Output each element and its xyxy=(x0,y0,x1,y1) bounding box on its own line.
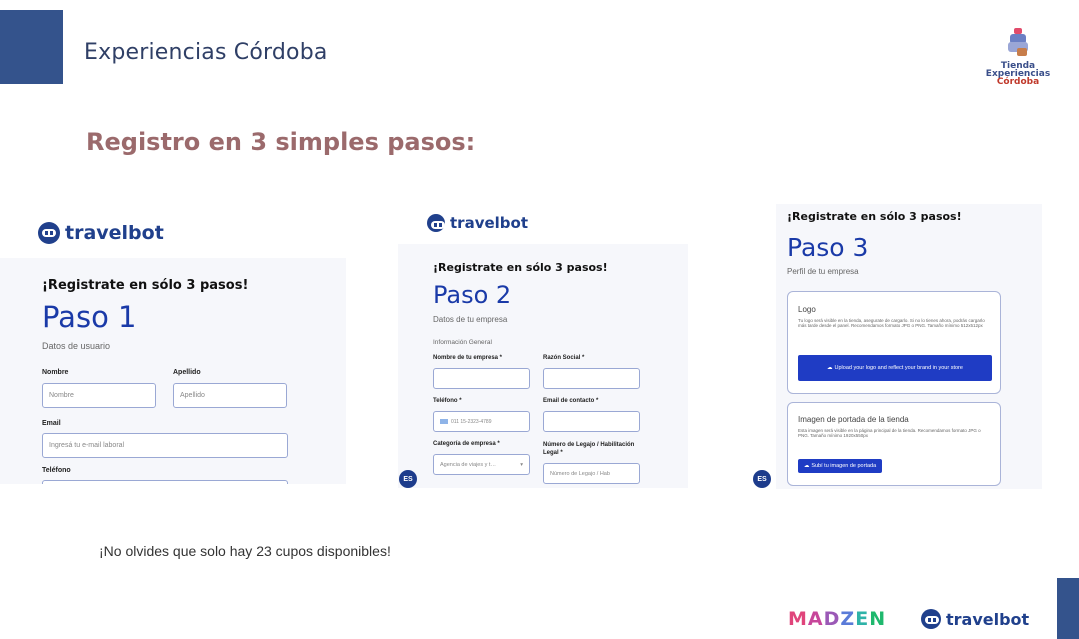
logo-card-title: Logo xyxy=(798,305,816,314)
email-label: Email xyxy=(42,420,61,427)
upload-cover-button[interactable]: ☁ Subí tu imagen de portada xyxy=(798,459,882,473)
brand-name: travelbot xyxy=(946,609,1030,629)
step2-subtitle: Datos de tu empresa xyxy=(433,315,508,324)
madzen-logo: MADZEN xyxy=(788,608,886,630)
tienda-logo: Tienda Experiencias Córdoba xyxy=(982,28,1054,94)
step2-section: Información General xyxy=(433,339,492,346)
madzen-letter: Z xyxy=(840,608,856,630)
brand-name: travelbot xyxy=(450,214,528,232)
email-input[interactable]: Ingresá tu e-mail laboral xyxy=(42,433,288,458)
step1-subtitle: Datos de usuario xyxy=(42,341,111,351)
upload-logo-button[interactable]: ☁ Upload your logo and reflect your bran… xyxy=(798,355,992,381)
apellido-label: Apellido xyxy=(173,369,201,376)
travelbot-logo-footer: travelbot xyxy=(921,609,1029,629)
madzen-letter: N xyxy=(869,608,887,630)
travelbot-icon xyxy=(38,222,60,244)
corner-decoration xyxy=(1057,578,1079,639)
travelbot-icon xyxy=(921,609,941,629)
travelbot-icon xyxy=(427,214,445,232)
chevron-down-icon: ▾ xyxy=(520,461,523,468)
categoria-value: Agencia de viajes y t… xyxy=(440,461,496,468)
cover-upload-card: Imagen de portada de la tienda Esta imag… xyxy=(787,402,1001,486)
header-title: Experiencias Córdoba xyxy=(84,40,328,65)
email-contacto-label: Email de contacto * xyxy=(543,398,599,404)
categoria-select[interactable]: Agencia de viajes y t… ▾ xyxy=(433,454,530,475)
upload-cover-label: Subí tu imagen de portada xyxy=(811,463,877,469)
step2-panel: ¡Registrate en sólo 3 pasos! Paso 2 Dato… xyxy=(398,244,688,488)
flag-icon xyxy=(440,419,448,424)
step3-title: Paso 3 xyxy=(787,233,869,262)
language-badge[interactable]: ES xyxy=(753,470,771,488)
telefono-input[interactable] xyxy=(42,480,288,484)
legajo-label: Número de Legajo / Habilitación Legal * xyxy=(543,442,635,456)
tienda-logo-icon xyxy=(1005,28,1031,58)
legajo-input[interactable]: Número de Legajo / Hab xyxy=(543,463,640,484)
madzen-letter: A xyxy=(807,608,824,630)
nombre-label: Nombre xyxy=(42,369,69,376)
cover-card-desc: Esta imagen será visible en la página pr… xyxy=(798,428,981,438)
empresa-label: Nombre de tu empresa * xyxy=(433,355,503,361)
telefono-input[interactable]: 011 15-2323-4789 xyxy=(433,411,530,432)
telefono-value: 011 15-2323-4789 xyxy=(451,418,492,425)
step3-subtitle: Perfil de tu empresa xyxy=(787,267,859,276)
apellido-input[interactable]: Apellido xyxy=(173,383,287,408)
cloud-upload-icon: ☁ xyxy=(803,463,810,469)
nombre-input[interactable]: Nombre xyxy=(42,383,156,408)
step2-intro: ¡Registrate en sólo 3 pasos! xyxy=(433,261,608,274)
travelbot-logo-step1: travelbot xyxy=(38,222,164,244)
logo-upload-card: Logo Tu logo será visible en la tienda, … xyxy=(787,291,1001,394)
cover-card-title: Imagen de portada de la tienda xyxy=(798,415,909,424)
travelbot-logo-step2: travelbot xyxy=(427,214,528,232)
email-contacto-input[interactable] xyxy=(543,411,640,432)
brand-name: travelbot xyxy=(65,222,164,244)
step3-intro: ¡Registrate en sólo 3 pasos! xyxy=(787,210,962,223)
empresa-input[interactable] xyxy=(433,368,530,389)
telefono-label: Teléfono * xyxy=(433,398,462,404)
categoria-label: Categoría de empresa * xyxy=(433,441,500,447)
cloud-upload-icon: ☁ xyxy=(827,365,833,371)
corner-decoration xyxy=(0,10,63,84)
tienda-logo-line3: Córdoba xyxy=(996,77,1040,87)
step1-intro: ¡Registrate en sólo 3 pasos! xyxy=(42,278,249,293)
telefono-label: Teléfono xyxy=(42,467,71,474)
footer-note: ¡No olvides que solo hay 23 cupos dispon… xyxy=(99,543,391,559)
step1-panel: ¡Registrate en sólo 3 pasos! Paso 1 Dato… xyxy=(0,258,346,484)
step3-panel: ¡Registrate en sólo 3 pasos! Paso 3 Perf… xyxy=(776,204,1042,489)
logo-card-desc: Tu logo será visible en la tienda, asegu… xyxy=(798,318,985,328)
step1-title: Paso 1 xyxy=(42,300,137,334)
madzen-letter: D xyxy=(823,608,841,630)
language-badge[interactable]: ES xyxy=(399,470,417,488)
upload-logo-label: Upload your logo and reflect your brand … xyxy=(834,365,963,371)
madzen-letter: M xyxy=(788,608,808,630)
main-heading: Registro en 3 simples pasos: xyxy=(86,128,476,156)
step2-title: Paso 2 xyxy=(433,281,512,309)
razon-label: Razón Social * xyxy=(543,355,585,361)
razon-input[interactable] xyxy=(543,368,640,389)
madzen-letter: E xyxy=(855,608,870,630)
